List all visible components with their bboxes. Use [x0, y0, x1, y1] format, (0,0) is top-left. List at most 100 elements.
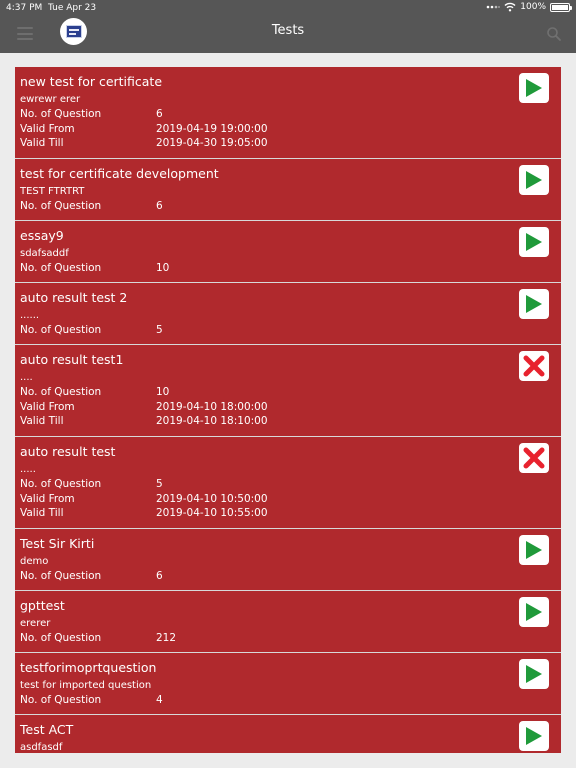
question-count: No. of Question 4	[20, 693, 556, 708]
question-count: No. of Question 212	[20, 631, 556, 646]
test-card[interactable]: auto result test1.... No. of Question 10 Va…	[15, 345, 561, 437]
question-count-value: 4	[156, 694, 163, 706]
test-title: gpttest	[20, 598, 65, 613]
valid-till-label: Valid Till	[20, 507, 64, 519]
test-description: ....	[20, 372, 33, 383]
play-icon	[526, 541, 542, 559]
play-icon	[526, 171, 542, 189]
test-title: new test for certificate	[20, 74, 163, 89]
test-title: auto result test1	[20, 352, 124, 367]
play-icon	[526, 603, 542, 621]
test-list: new test for certificate ewrewr erer No. o…	[15, 67, 561, 753]
question-count-value: 212	[156, 632, 177, 644]
test-title: Test ACT	[20, 722, 74, 737]
test-description: ......	[20, 310, 40, 321]
close-icon	[523, 447, 545, 469]
nav-bar: Tests	[0, 16, 576, 53]
question-count: No. of Question 6	[20, 107, 556, 122]
question-count-value: 6	[156, 108, 163, 120]
question-count-label: No. of Question	[20, 570, 102, 582]
test-card[interactable]: auto result test 2...... No. of Question 5	[15, 283, 561, 345]
valid-till: Valid Till 2019-04-30 19:05:00	[20, 136, 556, 151]
test-card[interactable]: new test for certificate ewrewr erer No. o…	[15, 67, 561, 159]
search-icon[interactable]	[546, 26, 562, 42]
test-closed-button[interactable]	[519, 443, 549, 473]
valid-from: Valid From 2019-04-10 18:00:00	[20, 400, 556, 415]
question-count: No. of Question 6	[20, 199, 556, 214]
test-title: auto result test	[20, 444, 116, 459]
test-description: test for imported question	[20, 680, 152, 691]
test-card[interactable]: testforimoprtquestion test for imported q…	[15, 653, 561, 715]
question-count-label: No. of Question	[20, 478, 102, 490]
valid-till-value: 2019-04-30 19:05:00	[156, 137, 268, 149]
close-icon	[523, 355, 545, 377]
test-card[interactable]: Test Sir Kirti demo No. of Question 6	[15, 529, 561, 591]
wifi-icon	[504, 2, 516, 12]
signal-icon	[486, 5, 501, 9]
play-icon	[526, 295, 542, 313]
page-title: Tests	[271, 23, 305, 38]
question-count-label: No. of Question	[20, 694, 102, 706]
valid-till-label: Valid Till	[20, 415, 64, 427]
valid-till-value: 2019-04-10 18:10:00	[156, 415, 268, 427]
test-closed-button[interactable]	[519, 351, 549, 381]
valid-from-value: 2019-04-10 18:00:00	[156, 400, 268, 413]
valid-till: Valid Till 2019-04-10 18:10:00	[20, 414, 556, 429]
test-title: Test Sir Kirti	[20, 536, 95, 551]
start-test-button[interactable]	[519, 597, 549, 627]
question-count-value: 10	[156, 262, 170, 274]
start-test-button[interactable]	[519, 289, 549, 319]
question-count-label: No. of Question	[20, 262, 102, 274]
battery-percent: 100%	[520, 2, 546, 12]
question-count-value: 6	[156, 570, 163, 582]
start-test-button[interactable]	[519, 73, 549, 103]
start-test-button[interactable]	[519, 165, 549, 195]
battery-icon	[550, 2, 572, 12]
start-test-button[interactable]	[519, 535, 549, 565]
question-count-label: No. of Question	[20, 386, 102, 398]
question-count-value: 10	[156, 386, 170, 398]
test-description: ererer	[20, 618, 51, 629]
valid-from: Valid From 2019-04-10 10:50:00	[20, 492, 556, 507]
test-title: test for certificate development	[20, 166, 219, 181]
start-test-button[interactable]	[519, 721, 549, 751]
test-title: essay9	[20, 228, 64, 243]
start-test-button[interactable]	[519, 659, 549, 689]
valid-from-label: Valid From	[20, 400, 75, 413]
test-title: auto result test 2	[20, 290, 128, 305]
valid-from-value: 2019-04-19 19:00:00	[156, 122, 268, 135]
question-count-label: No. of Question	[20, 324, 102, 336]
test-description: .....	[20, 464, 36, 475]
start-test-button[interactable]	[519, 227, 549, 257]
test-card[interactable]: auto result test..... No. of Question 5 Val…	[15, 437, 561, 529]
valid-till-label: Valid Till	[20, 137, 64, 149]
question-count: No. of Question 10	[20, 385, 556, 400]
valid-till: Valid Till 2019-04-10 10:55:00	[20, 506, 556, 521]
test-title: testforimoprtquestion	[20, 660, 157, 675]
status-bar: 4:37 PM Tue Apr 23 100%	[0, 0, 576, 16]
question-count: No. of Question 5	[20, 323, 556, 338]
test-description: demo	[20, 556, 49, 567]
valid-from-label: Valid From	[20, 122, 75, 135]
question-count-label: No. of Question	[20, 108, 102, 120]
question-count: No. of Question 10	[20, 261, 556, 276]
question-count-value: 5	[156, 324, 163, 336]
status-date: Tue Apr 23	[48, 3, 97, 13]
test-card[interactable]: gpttest ererer No. of Question 212	[15, 591, 561, 653]
test-card[interactable]: test for certificate development TEST FTR…	[15, 159, 561, 221]
test-description: TEST FTRTRT	[20, 186, 85, 197]
test-description: asdfasdf	[20, 742, 63, 753]
play-icon	[526, 727, 542, 745]
valid-till-value: 2019-04-10 10:55:00	[156, 507, 268, 519]
test-description: ewrewr erer	[20, 94, 81, 105]
question-count: No. of Question 5	[20, 477, 556, 492]
test-description: sdafsaddf	[20, 248, 69, 259]
question-count-value: 6	[156, 200, 163, 212]
test-card[interactable]: essay9 sdafsaddf No. of Question 10	[15, 221, 561, 283]
valid-from-label: Valid From	[20, 492, 75, 505]
play-icon	[526, 665, 542, 683]
test-card[interactable]: Test ACT asdfasdf	[15, 715, 561, 753]
status-right: 100%	[486, 2, 572, 12]
play-icon	[526, 79, 542, 97]
question-count: No. of Question 6	[20, 569, 556, 584]
